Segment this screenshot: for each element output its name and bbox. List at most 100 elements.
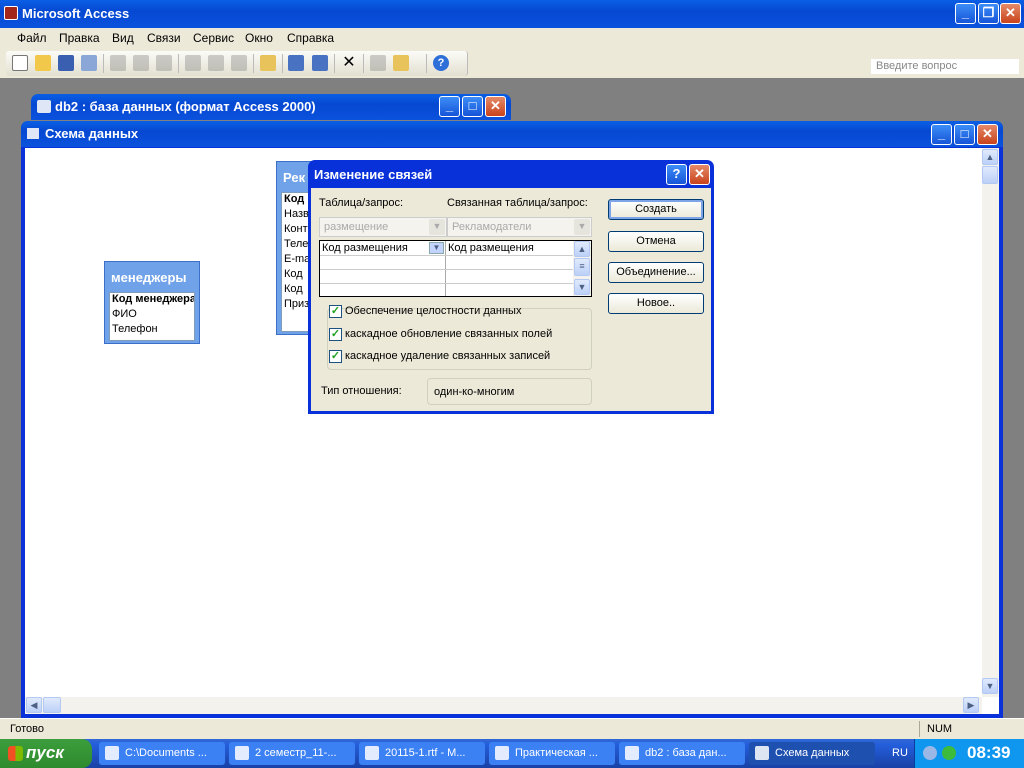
menu-bar: Файл Правка Вид Связи Сервис Окно Справк… <box>0 28 1024 75</box>
menu-edit[interactable]: Правка <box>59 31 100 45</box>
app-close-button[interactable]: ✕ <box>1000 3 1021 24</box>
menu-file[interactable]: Файл <box>17 31 47 45</box>
task-word-3[interactable]: Практическая ... <box>489 742 615 765</box>
show-table-icon[interactable] <box>260 55 276 71</box>
schema-close-button[interactable]: ✕ <box>977 124 998 145</box>
menu-tools[interactable]: Сервис <box>193 31 234 45</box>
help-icon[interactable]: ? <box>433 55 449 71</box>
scroll-left-icon[interactable]: ◀ <box>26 697 42 713</box>
chevron-down-icon: ▼ <box>429 219 445 235</box>
word-icon <box>495 746 509 760</box>
status-bar: Готово NUM <box>0 718 1024 739</box>
taskbar: пуск C:\Documents ... 2 семестр_11-... 2… <box>0 739 1024 768</box>
db-window-title: db2 : база данных (формат Access 2000) <box>55 99 316 114</box>
open-icon[interactable] <box>35 55 51 71</box>
num-lock-indicator: NUM <box>927 723 953 735</box>
join-type-button[interactable]: Объединение... <box>608 262 704 283</box>
menu-window[interactable]: Окно <box>245 31 273 45</box>
fields-grid[interactable]: Код размещения ▼ Код размещения ▲ ≡ ▼ <box>319 240 592 297</box>
scroll-right-icon[interactable]: ▶ <box>963 697 979 713</box>
grid-cell-related-field[interactable]: Код размещения <box>448 242 534 254</box>
hscroll-thumb[interactable] <box>43 697 61 713</box>
delete-icon[interactable]: ✕ <box>341 55 357 71</box>
cut-icon[interactable] <box>185 55 201 71</box>
database-icon <box>37 100 51 113</box>
scroll-up-icon[interactable]: ▲ <box>574 241 590 257</box>
grid-cell-table-field[interactable]: Код размещения <box>322 242 408 254</box>
dialog-title: Изменение связей <box>314 167 433 182</box>
menu-view[interactable]: Вид <box>112 31 134 45</box>
new-object-icon[interactable] <box>393 55 409 71</box>
chevron-down-icon: ▼ <box>574 219 590 235</box>
show-all-icon[interactable] <box>312 55 328 71</box>
new-icon[interactable] <box>12 55 28 71</box>
horizontal-scrollbar[interactable]: ◀ ▶ <box>25 697 982 714</box>
toolbar: ✕ ? <box>6 51 468 76</box>
schema-title: Схема данных <box>45 126 139 141</box>
relationships-icon <box>755 746 769 760</box>
access-app-icon[interactable] <box>4 6 18 20</box>
scroll-down-icon[interactable]: ▼ <box>982 678 998 694</box>
dialog-help-button[interactable]: ? <box>666 164 687 185</box>
task-db2[interactable]: db2 : база дан... <box>619 742 745 765</box>
scroll-thumb[interactable] <box>982 166 998 184</box>
spelling-icon[interactable] <box>156 55 172 71</box>
scroll-up-icon[interactable]: ▲ <box>982 149 998 165</box>
print-preview-icon[interactable] <box>133 55 149 71</box>
print-icon[interactable] <box>110 55 126 71</box>
database-window-icon[interactable] <box>370 55 386 71</box>
app-restore-button[interactable]: ❐ <box>978 3 999 24</box>
integrity-checkbox[interactable]: ✓ <box>329 305 342 318</box>
scroll-down-icon[interactable]: ▼ <box>574 279 590 295</box>
create-button[interactable]: Создать <box>608 199 704 220</box>
help-search-input[interactable]: Введите вопрос <box>870 58 1020 75</box>
db-close-button[interactable]: ✕ <box>485 96 506 117</box>
system-tray: 08:39 <box>914 739 1024 768</box>
show-direct-icon[interactable] <box>288 55 304 71</box>
cascade-update-checkbox[interactable]: ✓ <box>329 328 342 341</box>
dialog-close-button[interactable]: ✕ <box>689 164 710 185</box>
word-icon <box>235 746 249 760</box>
related-table-label: Связанная таблица/запрос: <box>447 197 588 209</box>
save-icon[interactable] <box>58 55 74 71</box>
field-item[interactable]: Телефон <box>110 323 194 338</box>
db-maximize-button[interactable]: □ <box>462 96 483 117</box>
language-indicator[interactable]: RU <box>892 747 908 759</box>
task-word-2[interactable]: 20115-1.rtf - M... <box>359 742 485 765</box>
relationships-icon <box>27 128 39 139</box>
paste-icon[interactable] <box>231 55 247 71</box>
status-text: Готово <box>10 723 44 735</box>
copy-icon[interactable] <box>208 55 224 71</box>
related-table-select: Рекламодатели ▼ <box>447 217 592 237</box>
vertical-scrollbar[interactable]: ▲ ▼ <box>982 148 999 697</box>
table-managers-fields[interactable]: Код менеджера ФИО Телефон <box>109 292 195 341</box>
schema-minimize-button[interactable]: _ <box>931 124 952 145</box>
table-managers[interactable]: менеджеры Код менеджера ФИО Телефон <box>104 261 200 344</box>
scroll-thumb[interactable]: ≡ <box>574 258 590 276</box>
field-item[interactable]: Код менеджера <box>110 293 194 308</box>
dialog-body: Таблица/запрос: Связанная таблица/запрос… <box>311 188 711 411</box>
schema-maximize-button[interactable]: □ <box>954 124 975 145</box>
file-search-icon[interactable] <box>81 55 97 71</box>
schema-titlebar[interactable]: Схема данных _ □ ✕ <box>21 121 1003 147</box>
chevron-down-icon[interactable]: ▼ <box>429 242 444 254</box>
task-explorer[interactable]: C:\Documents ... <box>99 742 225 765</box>
db-minimize-button[interactable]: _ <box>439 96 460 117</box>
cascade-delete-checkbox[interactable]: ✓ <box>329 350 342 363</box>
start-button[interactable]: пуск <box>0 739 92 768</box>
cancel-button[interactable]: Отмена <box>608 231 704 252</box>
grid-scrollbar[interactable]: ▲ ≡ ▼ <box>573 241 591 296</box>
menu-relationships[interactable]: Связи <box>147 31 181 45</box>
task-word-1[interactable]: 2 семестр_11-... <box>229 742 355 765</box>
app-minimize-button[interactable]: _ <box>955 3 976 24</box>
app-titlebar: Microsoft Access _ ❐ ✕ <box>0 0 1024 28</box>
menu-help[interactable]: Справка <box>287 31 334 45</box>
tray-app-icon[interactable] <box>942 746 956 760</box>
clock[interactable]: 08:39 <box>967 743 1010 763</box>
field-item[interactable]: ФИО <box>110 308 194 323</box>
db-window-titlebar[interactable]: db2 : база данных (формат Access 2000) _… <box>31 94 511 120</box>
create-new-button[interactable]: Новое.. <box>608 293 704 314</box>
tray-arrow-icon[interactable] <box>923 746 937 760</box>
task-schema[interactable]: Схема данных <box>749 742 875 765</box>
cascade-update-label: каскадное обновление связанных полей <box>345 328 553 340</box>
